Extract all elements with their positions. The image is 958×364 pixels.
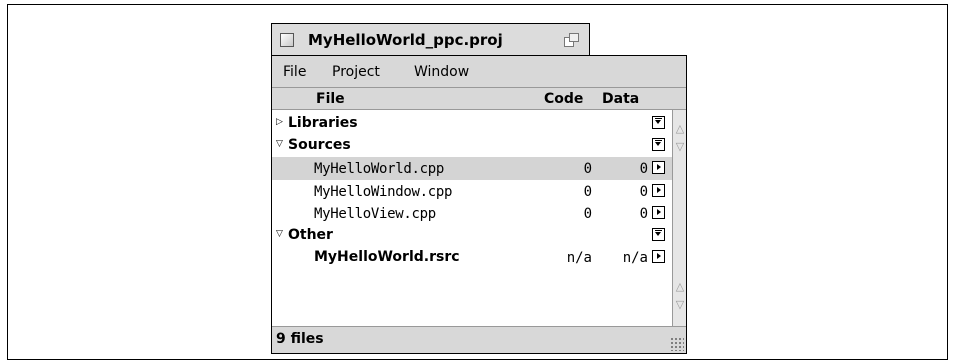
list-item-libraries[interactable]: ▷ Libraries bbox=[272, 112, 672, 135]
project-window: File Project Window File Code Data ▷ Lib… bbox=[271, 55, 687, 354]
vertical-scrollbar[interactable]: △ ▽ △ ▽ bbox=[672, 110, 686, 326]
code-size: 0 bbox=[583, 184, 592, 200]
column-header-code[interactable]: Code bbox=[544, 91, 583, 107]
column-header: File Code Data bbox=[272, 88, 686, 110]
menu-project[interactable]: Project bbox=[332, 64, 380, 80]
window-title: MyHelloWorld_ppc.proj bbox=[308, 31, 503, 49]
menu-file[interactable]: File bbox=[283, 64, 306, 80]
file-name: MyHelloWindow.cpp bbox=[314, 184, 453, 200]
data-size: 0 bbox=[639, 206, 648, 222]
file-name: MyHelloView.cpp bbox=[314, 206, 436, 222]
code-size: 0 bbox=[583, 206, 592, 222]
file-list: ▷ Libraries ▽ Sources MyHelloWorld.cpp 0… bbox=[272, 110, 672, 326]
column-header-file[interactable]: File bbox=[316, 91, 345, 107]
popup-right-icon[interactable] bbox=[652, 161, 665, 174]
file-name: MyHelloWorld.cpp bbox=[314, 161, 445, 177]
status-bar: 9 files bbox=[272, 326, 686, 353]
scroll-down-arrow-icon[interactable]: ▽ bbox=[675, 298, 685, 312]
grow-box-icon[interactable] bbox=[670, 337, 684, 351]
scroll-up-arrow-icon[interactable]: △ bbox=[675, 280, 685, 294]
group-name: Sources bbox=[288, 137, 351, 153]
scroll-up-arrow-icon[interactable]: △ bbox=[675, 122, 685, 136]
list-item-myhelloworld-cpp[interactable]: MyHelloWorld.cpp 0 0 bbox=[272, 157, 672, 180]
popup-right-icon[interactable] bbox=[652, 206, 665, 219]
code-size: 0 bbox=[583, 161, 592, 177]
code-size: n/a bbox=[566, 250, 592, 266]
group-name: Other bbox=[288, 227, 333, 243]
list-item-myhelloview-cpp[interactable]: MyHelloView.cpp 0 0 bbox=[272, 202, 672, 225]
popup-right-icon[interactable] bbox=[652, 250, 665, 263]
scroll-down-arrow-icon[interactable]: ▽ bbox=[675, 140, 685, 154]
popup-down-icon[interactable] bbox=[652, 138, 665, 151]
zoom-box-icon[interactable] bbox=[564, 33, 580, 47]
list-item-other[interactable]: ▽ Other bbox=[272, 224, 672, 247]
popup-down-icon[interactable] bbox=[652, 228, 665, 241]
data-size: 0 bbox=[639, 184, 648, 200]
file-name: MyHelloWorld.rsrc bbox=[314, 249, 460, 265]
disclosure-collapsed-icon[interactable]: ▷ bbox=[276, 117, 284, 127]
menu-bar: File Project Window bbox=[272, 56, 686, 88]
file-count: 9 files bbox=[276, 331, 324, 347]
list-item-myhellowindow-cpp[interactable]: MyHelloWindow.cpp 0 0 bbox=[272, 180, 672, 203]
list-item-myhelloworld-rsrc[interactable]: MyHelloWorld.rsrc n/a n/a bbox=[272, 246, 672, 269]
data-size: 0 bbox=[639, 161, 648, 177]
disclosure-expanded-icon[interactable]: ▽ bbox=[276, 229, 284, 239]
group-name: Libraries bbox=[288, 115, 358, 131]
popup-right-icon[interactable] bbox=[652, 184, 665, 197]
list-item-sources[interactable]: ▽ Sources bbox=[272, 134, 672, 157]
data-size: n/a bbox=[622, 250, 648, 266]
menu-window[interactable]: Window bbox=[414, 64, 469, 80]
close-box-icon[interactable] bbox=[280, 33, 294, 47]
window-title-tab[interactable]: MyHelloWorld_ppc.proj bbox=[271, 23, 590, 56]
disclosure-expanded-icon[interactable]: ▽ bbox=[276, 139, 284, 149]
column-header-data[interactable]: Data bbox=[602, 91, 639, 107]
popup-down-icon[interactable] bbox=[652, 116, 665, 129]
